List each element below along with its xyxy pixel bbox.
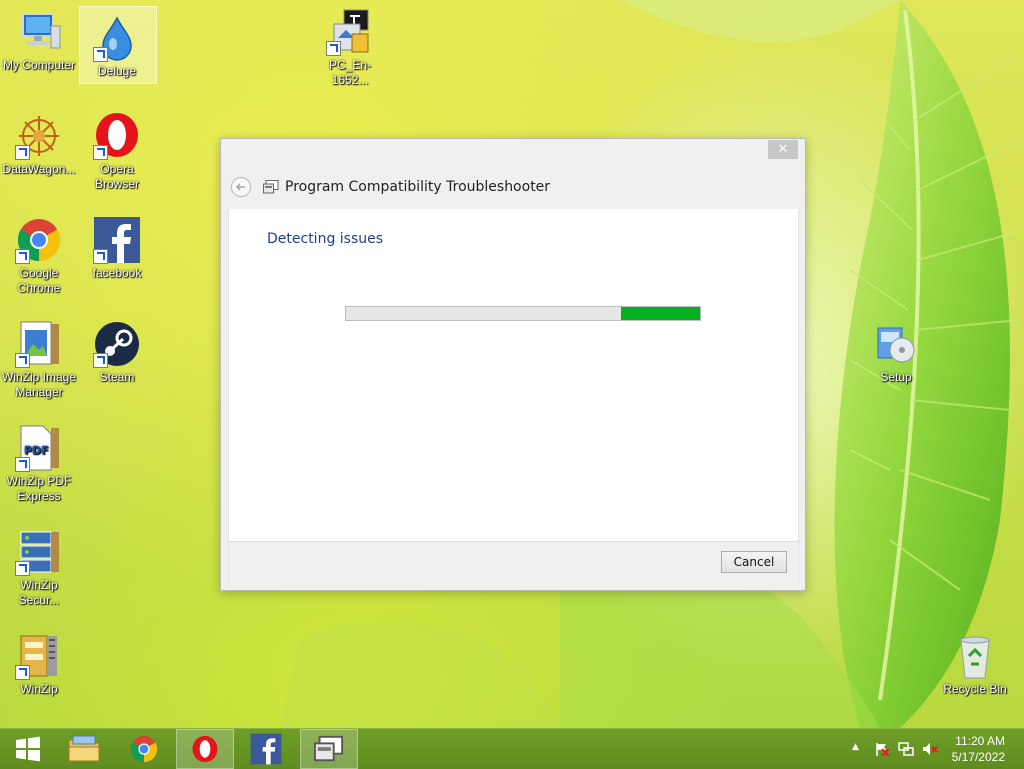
- svg-text:PDF: PDF: [24, 444, 49, 457]
- desktop-icon-steam[interactable]: Steam: [79, 320, 155, 385]
- opera-icon: [192, 735, 218, 763]
- desktop-icon-winzip-pdf-express[interactable]: PDF WinZip PDF Express: [1, 424, 77, 504]
- facebook-icon: [93, 216, 141, 264]
- desktop-icon-label: PC_En-1652...: [328, 58, 372, 87]
- desktop-icon-label: My Computer: [2, 58, 76, 72]
- desktop-icon-winzip[interactable]: WinZip: [1, 632, 77, 697]
- datawagon-icon: [15, 112, 63, 160]
- desktop-icon-winzip-image-manager[interactable]: WinZip Image Manager: [1, 320, 77, 400]
- desktop-icon-pc-en-installer[interactable]: PC_En-1652...: [312, 8, 388, 88]
- computer-icon: [15, 8, 63, 56]
- desktop-icon-label: WinZip: [20, 682, 58, 696]
- shortcut-arrow-icon: [93, 249, 108, 264]
- start-button[interactable]: [0, 729, 56, 769]
- desktop-icon-label: facebook: [92, 266, 142, 280]
- shortcut-arrow-icon: [15, 249, 30, 264]
- action-center-flag-icon[interactable]: [874, 742, 890, 756]
- back-button[interactable]: [231, 177, 251, 197]
- desktop-icon-label: WinZip PDF Express: [6, 474, 72, 503]
- shortcut-arrow-icon: [326, 41, 341, 56]
- shortcut-arrow-icon: [15, 353, 30, 368]
- clock-time[interactable]: 11:20 AM: [955, 734, 1005, 748]
- shortcut-arrow-icon: [15, 561, 30, 576]
- troubleshooter-app-icon: [314, 735, 344, 762]
- desktop-icon-setup[interactable]: Setup: [858, 320, 934, 385]
- deluge-icon: [93, 14, 141, 62]
- desktop-icon-label: WinZip Secur...: [18, 578, 60, 607]
- taskbar-google-chrome[interactable]: [116, 729, 172, 769]
- shortcut-arrow-icon: [93, 353, 108, 368]
- dialog-title: Program Compatibility Troubleshooter: [285, 179, 551, 195]
- desktop-icon-deluge[interactable]: Deluge: [79, 6, 157, 84]
- network-icon[interactable]: [898, 742, 914, 756]
- shortcut-arrow-icon: [15, 457, 30, 472]
- facebook-icon: [250, 733, 282, 765]
- installer-icon: [326, 8, 374, 56]
- chrome-icon: [130, 735, 158, 763]
- desktop: My Computer Deluge PC_En-1652... DataWag…: [0, 0, 1024, 728]
- winzip-secure-icon: [15, 528, 63, 576]
- pdf-icon: PDF: [15, 424, 63, 472]
- winzip-image-manager-icon: [15, 320, 63, 368]
- desktop-icon-google-chrome[interactable]: Google Chrome: [1, 216, 77, 296]
- shortcut-arrow-icon: [15, 145, 30, 160]
- status-heading: Detecting issues: [267, 231, 384, 247]
- troubleshooter-app-icon: [263, 180, 279, 194]
- close-icon: ✕: [777, 142, 789, 157]
- close-button[interactable]: ✕: [768, 140, 798, 159]
- progress-bar: [345, 306, 701, 321]
- taskbar-facebook[interactable]: [238, 729, 294, 769]
- opera-icon: [93, 112, 141, 160]
- setup-icon: [872, 320, 920, 368]
- desktop-icon-winzip-secure[interactable]: WinZip Secur...: [1, 528, 77, 608]
- desktop-icon-label: Setup: [880, 370, 912, 384]
- desktop-icon-my-computer[interactable]: My Computer: [1, 8, 77, 73]
- shortcut-arrow-icon: [93, 47, 108, 62]
- steam-icon: [93, 320, 141, 368]
- troubleshooter-dialog: ✕ Program Compatibility Troubleshooter D…: [220, 138, 806, 591]
- dialog-footer: Cancel: [228, 541, 799, 583]
- desktop-icon-label: Recycle Bin: [943, 682, 1007, 696]
- show-hidden-icons-icon[interactable]: ▲: [852, 742, 859, 752]
- taskbar-troubleshooter[interactable]: [300, 729, 358, 769]
- chrome-icon: [15, 216, 63, 264]
- dialog-header: Program Compatibility Troubleshooter: [231, 175, 550, 199]
- desktop-icon-label: DataWagon...: [2, 162, 76, 176]
- desktop-icon-recycle-bin[interactable]: Recycle Bin: [937, 632, 1013, 697]
- winzip-icon: [15, 632, 63, 680]
- taskbar-file-explorer[interactable]: [56, 729, 112, 769]
- cancel-button[interactable]: Cancel: [721, 551, 787, 573]
- volume-muted-icon[interactable]: [922, 742, 938, 756]
- shortcut-arrow-icon: [93, 145, 108, 160]
- progress-fill: [621, 307, 700, 320]
- desktop-icon-label: Opera Browser: [94, 162, 139, 191]
- shortcut-arrow-icon: [15, 665, 30, 680]
- windows-logo-icon: [16, 736, 40, 762]
- dialog-content: Detecting issues: [228, 209, 799, 541]
- desktop-icon-label: WinZip Image Manager: [1, 370, 77, 399]
- taskbar: ▲ 11:20 AM 5/17/2022: [0, 728, 1024, 769]
- desktop-icon-facebook[interactable]: facebook: [79, 216, 155, 281]
- recycle-bin-icon: [951, 632, 999, 680]
- desktop-icon-opera[interactable]: Opera Browser: [79, 112, 155, 192]
- desktop-icon-label: Steam: [99, 370, 135, 384]
- back-arrow-icon: [236, 183, 245, 191]
- clock-date[interactable]: 5/17/2022: [952, 750, 1005, 764]
- taskbar-opera[interactable]: [176, 729, 234, 769]
- desktop-icon-datawagon[interactable]: DataWagon...: [1, 112, 77, 177]
- desktop-icon-label: Google Chrome: [17, 266, 61, 295]
- folder-icon: [68, 735, 100, 762]
- desktop-icon-label: Deluge: [97, 64, 137, 78]
